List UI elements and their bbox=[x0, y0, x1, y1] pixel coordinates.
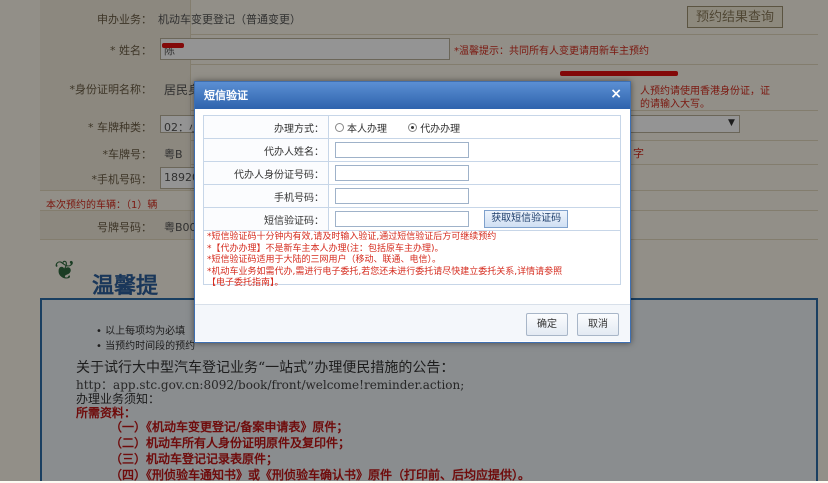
agent-name-row: 代办人姓名： bbox=[203, 138, 621, 162]
agent-name-label: 代办人姓名： bbox=[203, 138, 329, 162]
sms-code-row: 短信验证码： 获取短信验证码 bbox=[203, 207, 621, 231]
method-row: 办理方式： 本人办理 代办办理 bbox=[203, 115, 621, 139]
agent-id-cell bbox=[328, 161, 621, 185]
get-sms-code-button[interactable]: 获取短信验证码 bbox=[484, 210, 569, 228]
dialog-phone-label: 手机号码： bbox=[203, 184, 329, 208]
note-line: *机动车业务如需代办,需进行电子委托,若您还未进行委托请尽快建立委托关系,详情请… bbox=[207, 266, 563, 277]
dialog-phone-input[interactable] bbox=[335, 188, 469, 204]
phone-row: 手机号码： bbox=[203, 184, 621, 208]
confirm-button[interactable]: 确定 bbox=[526, 313, 568, 336]
radio-agent-label[interactable]: 代办办理 bbox=[420, 124, 460, 135]
radio-agent[interactable] bbox=[408, 122, 418, 132]
agent-id-input[interactable] bbox=[335, 165, 469, 181]
sms-code-label: 短信验证码： bbox=[203, 207, 329, 231]
method-label: 办理方式： bbox=[203, 115, 329, 139]
dialog-notes: *短信验证码十分钟内有效,请及时输入验证,通过短信验证后方可继续预约 *【代办办… bbox=[203, 231, 621, 288]
e-entrust-guide-link[interactable]: 【电子委托指南】。 bbox=[207, 278, 617, 290]
note-line: *短信验证码十分钟内有效,请及时输入验证,通过短信验证后方可继续预约 bbox=[207, 232, 497, 242]
agent-id-label: 代办人身份证号码： bbox=[203, 161, 329, 185]
agent-name-cell bbox=[328, 138, 621, 162]
dialog-title-bar: 短信验证 bbox=[195, 82, 630, 109]
sms-code-cell: 获取短信验证码 bbox=[328, 207, 621, 231]
note-line: *【代办办理】不是新车主本人办理(注：包括原车主办理)。 bbox=[207, 243, 444, 254]
note-line: *短信验证码适用于大陆的三网用户（移动、联通、电信）。 bbox=[207, 255, 442, 265]
dialog-form-table: 办理方式： 本人办理 代办办理 代办人姓名： 代办人身份证号码： 手机号码： 短… bbox=[203, 115, 621, 231]
agent-name-input[interactable] bbox=[335, 142, 469, 158]
sms-code-input[interactable] bbox=[335, 211, 469, 227]
radio-self-label[interactable]: 本人办理 bbox=[347, 124, 387, 135]
dialog-title: 短信验证 bbox=[204, 89, 248, 102]
close-icon[interactable]: × bbox=[610, 86, 622, 102]
radio-self[interactable] bbox=[335, 122, 344, 132]
sms-verification-dialog: 短信验证 × 办理方式： 本人办理 代办办理 代办人姓名： 代办人身份证号码： … bbox=[194, 81, 631, 343]
agent-id-row: 代办人身份证号码： bbox=[203, 161, 621, 185]
cancel-button[interactable]: 取消 bbox=[577, 313, 619, 336]
phone-cell bbox=[328, 184, 621, 208]
dialog-body: 办理方式： 本人办理 代办办理 代办人姓名： 代办人身份证号码： 手机号码： 短… bbox=[203, 115, 622, 300]
method-options: 本人办理 代办办理 bbox=[328, 115, 621, 139]
dialog-footer: 确定 取消 bbox=[195, 304, 630, 341]
